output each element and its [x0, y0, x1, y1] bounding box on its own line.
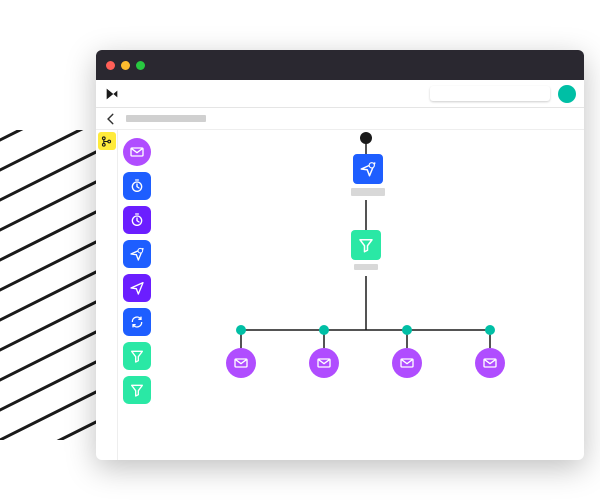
- node-label: [351, 188, 385, 196]
- zoom-icon[interactable]: [136, 61, 145, 70]
- breadcrumb-bar: [96, 108, 584, 130]
- node-label: [354, 264, 378, 270]
- palette-refresh-icon[interactable]: [123, 308, 151, 336]
- palette-send-timer-icon[interactable]: [123, 240, 151, 268]
- app-logo-icon[interactable]: [104, 86, 120, 102]
- mail-icon: [226, 348, 256, 378]
- minimize-icon[interactable]: [121, 61, 130, 70]
- back-button[interactable]: [104, 112, 118, 126]
- mail-icon: [392, 348, 422, 378]
- avatar[interactable]: [558, 85, 576, 103]
- mail-icon: [475, 348, 505, 378]
- rail-workflow-icon[interactable]: [98, 132, 116, 150]
- branch-dot: [402, 325, 412, 335]
- palette-filter-icon[interactable]: [123, 342, 151, 370]
- palette-mail-icon[interactable]: [123, 138, 151, 166]
- palette-timer-icon[interactable]: [123, 172, 151, 200]
- start-node[interactable]: [360, 132, 372, 144]
- filter-icon: [351, 230, 381, 260]
- node-send-timer[interactable]: [351, 154, 385, 196]
- branch-dot: [319, 325, 329, 335]
- node-mail[interactable]: [475, 348, 505, 378]
- search-input[interactable]: [430, 86, 550, 101]
- send-timer-icon: [353, 154, 383, 184]
- palette-filter-icon[interactable]: [123, 376, 151, 404]
- nav-rail: [96, 130, 118, 460]
- branch-dot: [236, 325, 246, 335]
- node-mail[interactable]: [226, 348, 256, 378]
- titlebar[interactable]: [96, 50, 584, 80]
- mail-icon: [309, 348, 339, 378]
- node-filter[interactable]: [351, 230, 381, 270]
- node-mail[interactable]: [309, 348, 339, 378]
- topbar: [96, 80, 584, 108]
- palette-timer-icon[interactable]: [123, 206, 151, 234]
- breadcrumb: [126, 115, 206, 122]
- close-icon[interactable]: [106, 61, 115, 70]
- branch-dot: [485, 325, 495, 335]
- node-palette: [118, 130, 156, 460]
- palette-send-icon[interactable]: [123, 274, 151, 302]
- workflow-canvas[interactable]: [156, 130, 584, 460]
- app-window: [96, 50, 584, 460]
- node-mail[interactable]: [392, 348, 422, 378]
